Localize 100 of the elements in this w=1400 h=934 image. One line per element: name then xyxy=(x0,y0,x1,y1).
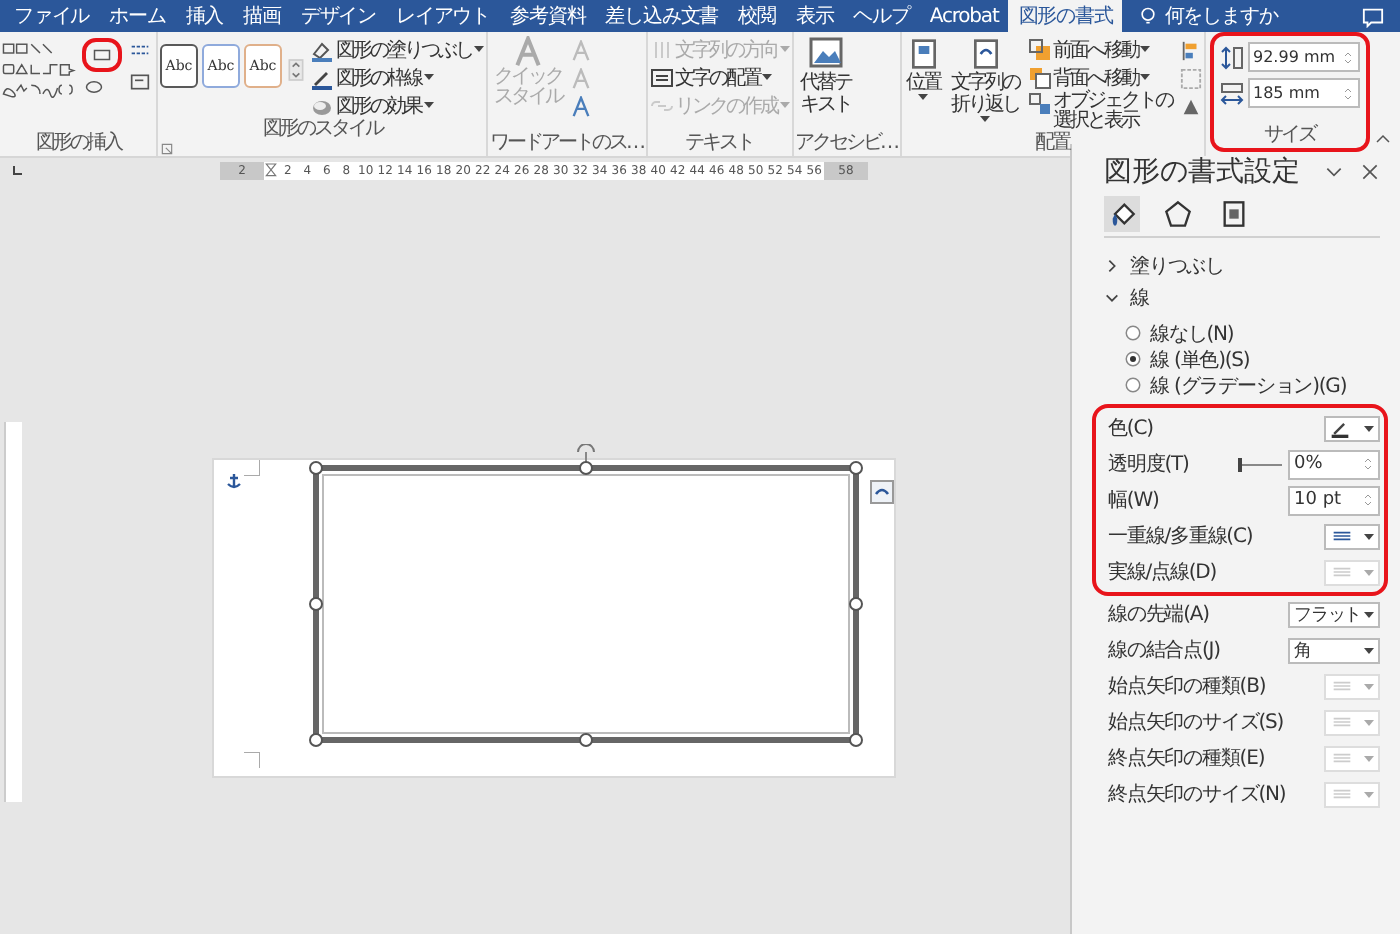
command-icon xyxy=(649,65,673,89)
caret-icon xyxy=(474,46,484,52)
anchor-icon xyxy=(226,472,242,490)
dropdown[interactable]: フラット xyxy=(1288,601,1380,627)
property-label: 色(C) xyxy=(1108,416,1155,442)
command-icon xyxy=(649,37,673,61)
text-effect-icon xyxy=(570,96,592,118)
height-field[interactable]: 92.99 mm xyxy=(1247,42,1359,72)
dropdown[interactable]: 角 xyxy=(1288,637,1380,663)
ribbon-command[interactable]: 図形の枠線 xyxy=(310,64,484,90)
caret-icon xyxy=(1364,683,1374,689)
caret-icon xyxy=(779,102,789,108)
caret-icon xyxy=(1364,719,1374,725)
ribbon-tab[interactable]: ファイル xyxy=(4,0,100,32)
ribbon-tab[interactable]: デザイン xyxy=(290,0,387,32)
text-effect-icon xyxy=(570,68,592,90)
layout-options-icon[interactable] xyxy=(870,480,894,504)
ribbon-command[interactable]: オブジェクトの選択と表示 xyxy=(1027,92,1175,132)
comment-icon xyxy=(1362,5,1384,27)
close-icon xyxy=(1360,162,1380,182)
property-label: 終点矢印の種類(E) xyxy=(1108,745,1267,772)
property-label: 終点矢印のサイズ(N) xyxy=(1108,781,1288,808)
caret-icon xyxy=(1364,533,1374,539)
ribbon-tab[interactable]: 校閲 xyxy=(728,0,786,32)
property-label: 一重線/多重線(C) xyxy=(1108,523,1255,550)
panel-title: 図形の書式設定 xyxy=(1104,154,1302,190)
ribbon-command[interactable]: 背面へ移動 xyxy=(1027,64,1175,90)
caret-icon xyxy=(423,102,433,108)
rectangle-shape[interactable] xyxy=(308,444,864,748)
arrange-button[interactable]: 位置 xyxy=(903,36,943,100)
ribbon-tab[interactable]: Acrobat xyxy=(919,0,1009,32)
caret-icon xyxy=(762,74,772,80)
spinner-icon xyxy=(1362,490,1374,510)
lines-icon xyxy=(1330,748,1354,768)
corner-mark xyxy=(244,752,260,768)
tab-selector-icon xyxy=(10,162,26,178)
property-label: 幅(W) xyxy=(1108,488,1161,514)
caret-icon xyxy=(1364,569,1374,575)
lines-icon xyxy=(1330,676,1354,696)
caret-icon xyxy=(980,116,990,122)
dialog-launcher-icon xyxy=(160,142,174,156)
lightbulb-icon xyxy=(1138,6,1159,26)
ribbon-command[interactable]: 文字の配置 xyxy=(649,64,789,90)
ribbon-tab[interactable]: 図形の書式 xyxy=(1008,0,1123,32)
command-icon xyxy=(310,37,334,61)
pen-icon xyxy=(1330,418,1350,438)
group-icon xyxy=(1179,68,1201,90)
tell-me-field[interactable]: 何をしますか xyxy=(1164,2,1278,30)
chevron-down-icon xyxy=(1324,162,1344,182)
ribbon-command[interactable]: 図形の効果 xyxy=(310,92,484,118)
group-label: サイズ xyxy=(1261,124,1318,148)
ribbon-command[interactable]: 図形の塗りつぶし xyxy=(310,36,484,62)
caret-icon xyxy=(918,94,928,100)
ribbon-tab[interactable]: 参考資料 xyxy=(500,0,596,32)
radio-option[interactable]: 線なし(N) xyxy=(1124,320,1234,346)
property-label: 始点矢印の種類(B) xyxy=(1108,673,1268,700)
caret-icon xyxy=(779,46,789,52)
lines-icon xyxy=(1330,526,1354,546)
width-icon xyxy=(1219,81,1243,105)
section-header[interactable]: 塗りつぶし xyxy=(1104,250,1225,282)
rectangle-icon xyxy=(90,46,114,64)
ribbon-tab[interactable]: 表示 xyxy=(785,0,844,32)
property-label: 線の先端(A) xyxy=(1108,601,1211,628)
caret-icon xyxy=(1364,611,1374,617)
fill-line-tab[interactable] xyxy=(1104,196,1140,232)
caret-icon xyxy=(1364,647,1374,653)
align-icon xyxy=(1179,40,1201,62)
group-label: ワードアートのス… xyxy=(490,132,643,156)
lines-icon xyxy=(1330,784,1354,804)
section-header[interactable]: 線 xyxy=(1104,282,1149,314)
radio-option[interactable]: 線 (グラデーション)(G) xyxy=(1124,372,1347,398)
caret-icon xyxy=(1364,755,1374,761)
alt-text-button[interactable]: 代替テキスト xyxy=(795,36,855,116)
lines-icon xyxy=(1330,712,1354,732)
letter-a-icon xyxy=(512,36,544,68)
ribbon-tab[interactable]: レイアウト xyxy=(386,0,501,32)
radio-option[interactable]: 線 (単色)(S) xyxy=(1124,346,1250,372)
caret-icon xyxy=(1364,791,1374,797)
spinner-icon xyxy=(1341,83,1353,103)
group-label: 図形の挿入 xyxy=(33,132,124,156)
ribbon-command[interactable]: 前面へ移動 xyxy=(1027,36,1175,62)
caret-icon xyxy=(423,74,433,80)
group-label: テキスト xyxy=(683,132,755,156)
ribbon-tab[interactable]: ホーム xyxy=(99,0,176,32)
effects-tab[interactable] xyxy=(1160,196,1196,232)
text-effect-icon xyxy=(570,40,592,62)
property-label: 始点矢印のサイズ(S) xyxy=(1108,709,1286,736)
width-field[interactable]: 185 mm xyxy=(1247,78,1359,108)
ribbon-tab[interactable]: 挿入 xyxy=(175,0,234,32)
command-icon xyxy=(1027,65,1051,89)
caret-icon xyxy=(1140,46,1150,52)
text-box-icon xyxy=(126,72,154,92)
ribbon-tab[interactable]: ヘルプ xyxy=(843,0,920,32)
ribbon-tab[interactable]: 描画 xyxy=(233,0,291,32)
arrange-button[interactable]: 文字列の折り返し xyxy=(947,36,1023,122)
spinner-icon xyxy=(1362,454,1374,474)
spinner-icon xyxy=(1341,47,1353,67)
property-label: 実線/点線(D) xyxy=(1108,559,1219,586)
command-icon xyxy=(1027,92,1051,116)
ribbon-tab[interactable]: 差し込み文書 xyxy=(595,0,729,32)
